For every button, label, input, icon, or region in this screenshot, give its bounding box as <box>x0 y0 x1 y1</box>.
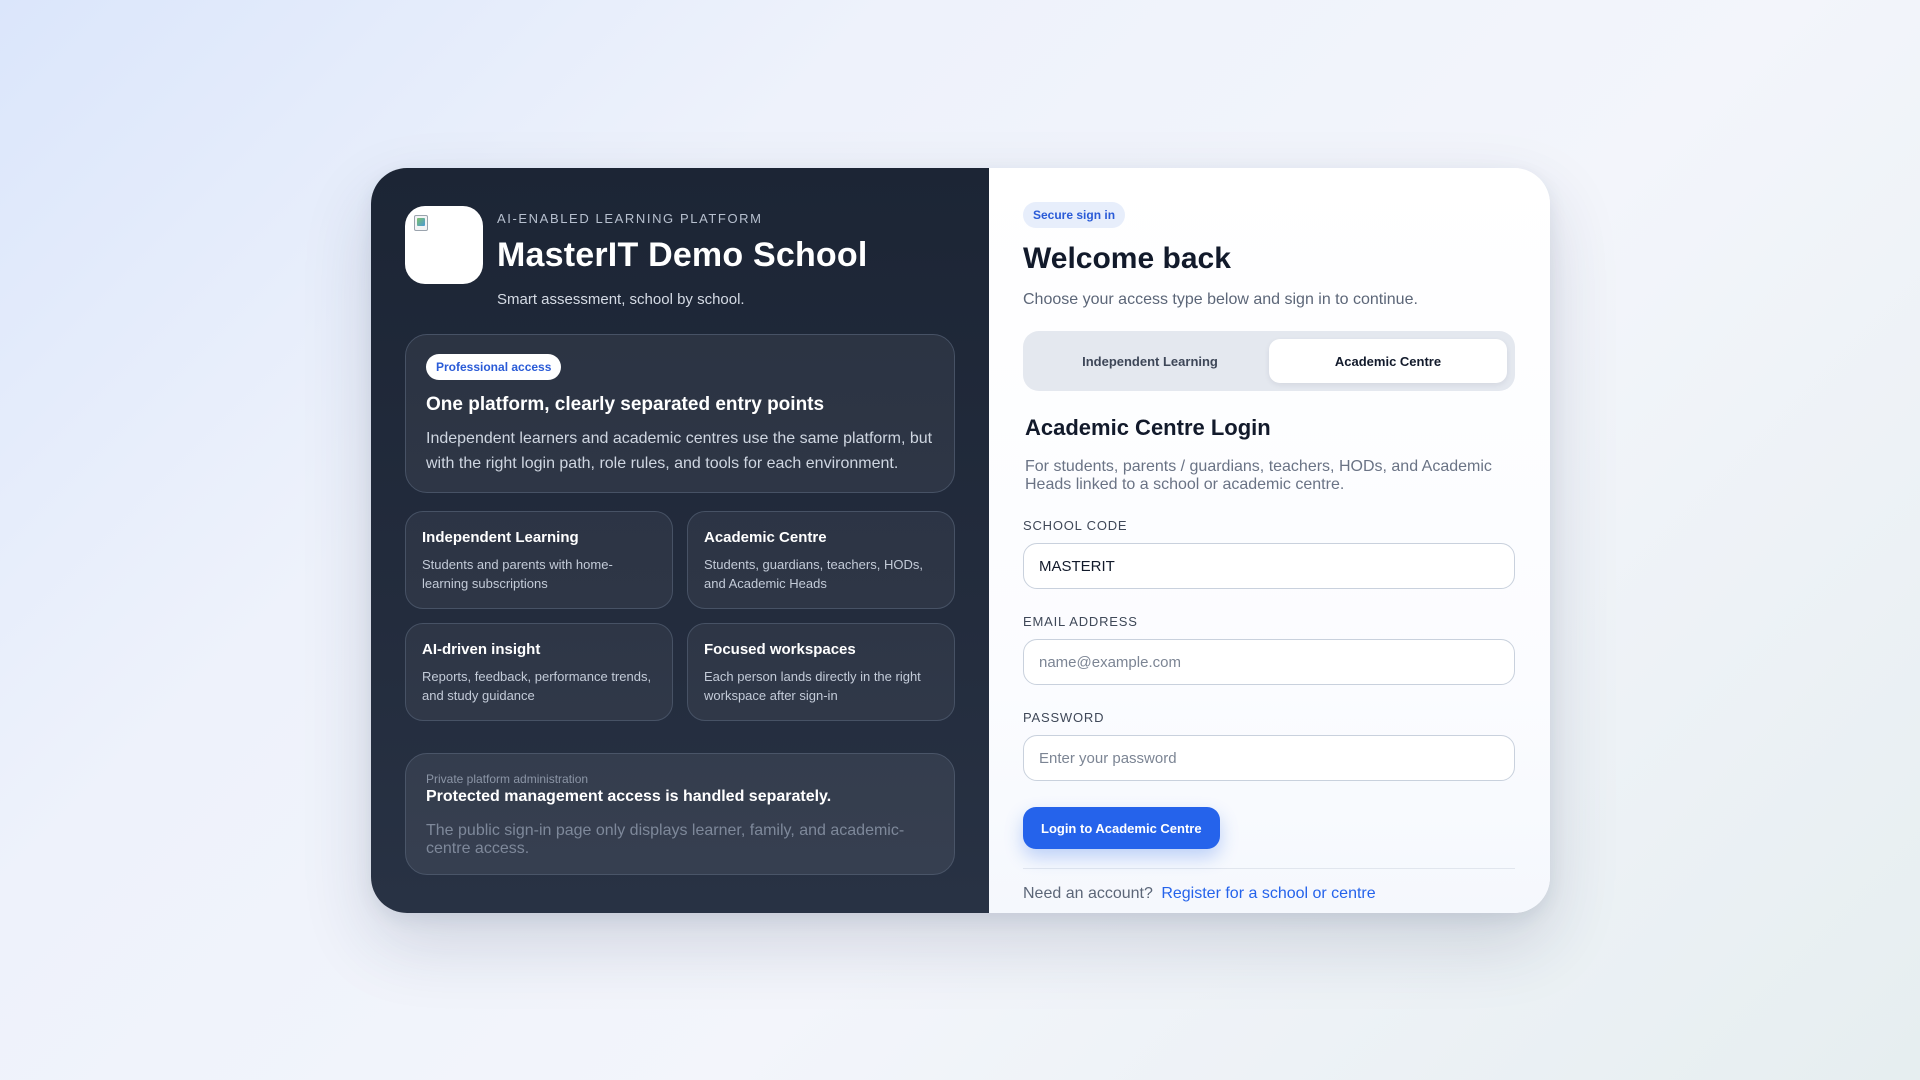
email-label: EMAIL ADDRESS <box>1023 614 1138 629</box>
password-label: PASSWORD <box>1023 710 1105 725</box>
register-prompt: Need an account? Register for a school o… <box>1023 885 1516 903</box>
feature-body: Reports, feedback, performance trends, a… <box>422 669 652 703</box>
feature-tile-independent-learning: Independent Learning Students and parent… <box>405 511 673 609</box>
password-field[interactable] <box>1023 735 1515 781</box>
form-title: Academic Centre Login <box>1025 415 1271 440</box>
school-code-label: SCHOOL CODE <box>1023 518 1128 533</box>
email-field[interactable] <box>1023 639 1515 685</box>
feature-title: Academic Centre <box>704 529 827 546</box>
divider <box>1023 868 1515 869</box>
login-button[interactable]: Login to Academic Centre <box>1023 807 1220 849</box>
admin-notice-card: Private platform administration Protecte… <box>405 753 955 875</box>
hero-title: One platform, clearly separated entry po… <box>426 394 825 415</box>
professional-access-badge: Professional access <box>426 354 562 380</box>
brand-header: AI-ENABLED LEARNING PLATFORM MasterIT De… <box>405 206 955 308</box>
feature-tile-ai-insight: AI-driven insight Reports, feedback, per… <box>405 623 673 721</box>
hero-body: Independent learners and academic centre… <box>426 430 933 472</box>
login-card: AI-ENABLED LEARNING PLATFORM MasterIT De… <box>371 168 1550 913</box>
school-logo <box>405 206 483 284</box>
admin-title: Protected management access is handled s… <box>426 788 832 805</box>
access-type-tabs: Independent Learning Academic Centre <box>1023 331 1515 391</box>
page-title: Welcome back <box>1023 242 1231 275</box>
feature-body: Students and parents with home-learning … <box>422 557 613 591</box>
feature-title: Independent Learning <box>422 529 579 546</box>
admin-body: The public sign-in page only displays le… <box>426 822 905 857</box>
school-code-input[interactable] <box>1023 543 1515 589</box>
page-subtitle: Choose your access type below and sign i… <box>1023 291 1418 308</box>
register-prompt-text: Need an account? <box>1023 885 1153 902</box>
tab-academic-centre[interactable]: Academic Centre <box>1269 339 1507 383</box>
feature-title: Focused workspaces <box>704 641 856 658</box>
feature-tile-focused-workspaces: Focused workspaces Each person lands dir… <box>687 623 955 721</box>
feature-body: Students, guardians, teachers, HODs, and… <box>704 557 923 591</box>
signin-panel: Secure sign in Welcome back Choose your … <box>989 168 1550 913</box>
school-name: MasterIT Demo School <box>497 236 868 274</box>
secure-signin-badge: Secure sign in <box>1023 202 1126 228</box>
platform-eyebrow: AI-ENABLED LEARNING PLATFORM <box>497 211 763 226</box>
feature-grid: Independent Learning Students and parent… <box>405 511 955 721</box>
feature-body: Each person lands directly in the right … <box>704 669 921 703</box>
form-subtitle: For students, parents / guardians, teach… <box>1025 458 1492 493</box>
brand-panel: AI-ENABLED LEARNING PLATFORM MasterIT De… <box>371 168 989 913</box>
feature-tile-academic-centre: Academic Centre Students, guardians, tea… <box>687 511 955 609</box>
tab-independent-learning[interactable]: Independent Learning <box>1031 339 1269 383</box>
brand-text: AI-ENABLED LEARNING PLATFORM MasterIT De… <box>497 206 868 308</box>
admin-eyebrow: Private platform administration <box>426 772 589 786</box>
school-tagline: Smart assessment, school by school. <box>497 291 745 308</box>
feature-title: AI-driven insight <box>422 641 541 658</box>
register-link[interactable]: Register for a school or centre <box>1161 885 1375 902</box>
broken-image-icon <box>414 215 428 231</box>
professional-access-card: Professional access One platform, clearl… <box>405 334 955 493</box>
